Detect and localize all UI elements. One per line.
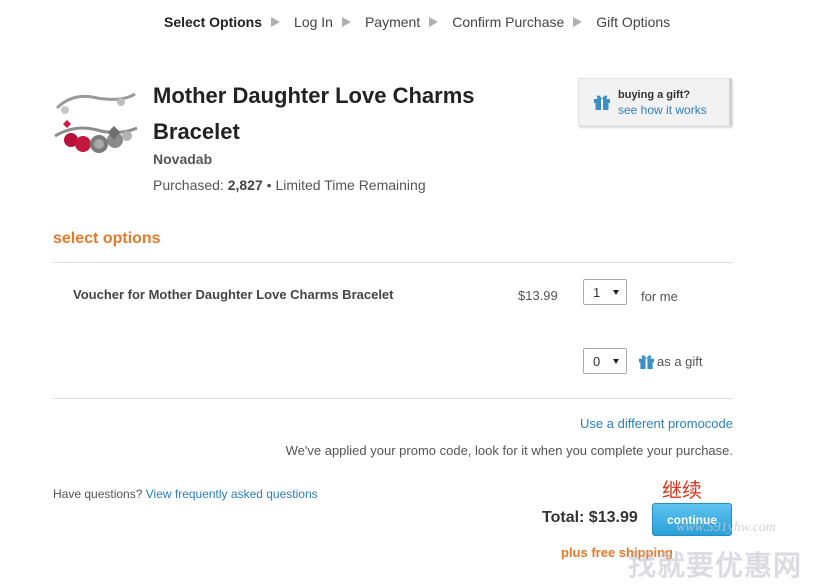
crumb-log-in: Log In (294, 14, 333, 30)
see-how-it-works-link[interactable]: see how it works (618, 103, 707, 117)
crumb-confirm-purchase: Confirm Purchase (452, 14, 565, 30)
gift-icon (593, 93, 611, 116)
product-title: Mother Daughter Love Charms Bracelet (153, 83, 475, 144)
use-different-promocode-link[interactable]: Use a different promocode (580, 416, 733, 431)
quantity-for-me-value: 1 (593, 285, 601, 300)
breadcrumb-arrow-icon (429, 17, 439, 27)
quantity-gift-value: 0 (593, 354, 601, 369)
product-brand: Novadab (153, 151, 213, 167)
watermark-text: 找就要优惠网 (628, 549, 803, 582)
crumb-payment: Payment (364, 14, 421, 30)
select-options-heading: select options (53, 230, 161, 247)
breadcrumb-arrow-icon (341, 17, 351, 27)
gift-badge-heading: buying a gift? (618, 89, 691, 101)
order-total: Total: $13.99 (542, 509, 638, 526)
quantity-for-me-select[interactable]: 1 (583, 279, 627, 305)
breadcrumb: Select Options Log In Payment Confirm Pu… (164, 11, 679, 33)
continue-annotation: 继续 (662, 478, 702, 502)
buying-gift-badge[interactable]: buying a gift? see how it works (578, 78, 732, 126)
breadcrumb-arrow-icon (573, 17, 583, 27)
as-a-gift-label: as a gift (657, 354, 703, 369)
divider (53, 262, 733, 263)
chevron-down-icon (613, 359, 619, 364)
questions-prefix: Have questions? (53, 487, 143, 501)
quantity-gift-select[interactable]: 0 (583, 348, 627, 374)
crumb-gift-options: Gift Options (596, 14, 671, 30)
questions-text: Have questions? View frequently asked qu… (53, 487, 318, 501)
for-me-label: for me (641, 289, 678, 304)
divider (53, 398, 733, 399)
option-item-name: Voucher for Mother Daughter Love Charms … (73, 287, 394, 302)
purchased-label: Purchased: (153, 177, 224, 193)
option-price: $13.99 (518, 288, 558, 303)
gift-icon (638, 353, 655, 375)
watermark-url: www.591yhw.com (676, 520, 776, 535)
faq-link[interactable]: View frequently asked questions (146, 487, 318, 501)
product-thumbnail (53, 88, 139, 168)
purchased-suffix: • Limited Time Remaining (266, 177, 426, 193)
chevron-down-icon (613, 290, 619, 295)
purchased-count: 2,827 (227, 177, 263, 193)
promo-applied-message: We've applied your promo code, look for … (285, 443, 733, 458)
breadcrumb-arrow-icon (271, 17, 281, 27)
crumb-select-options: Select Options (164, 14, 263, 30)
purchase-count: Purchased: 2,827 • Limited Time Remainin… (153, 177, 426, 193)
